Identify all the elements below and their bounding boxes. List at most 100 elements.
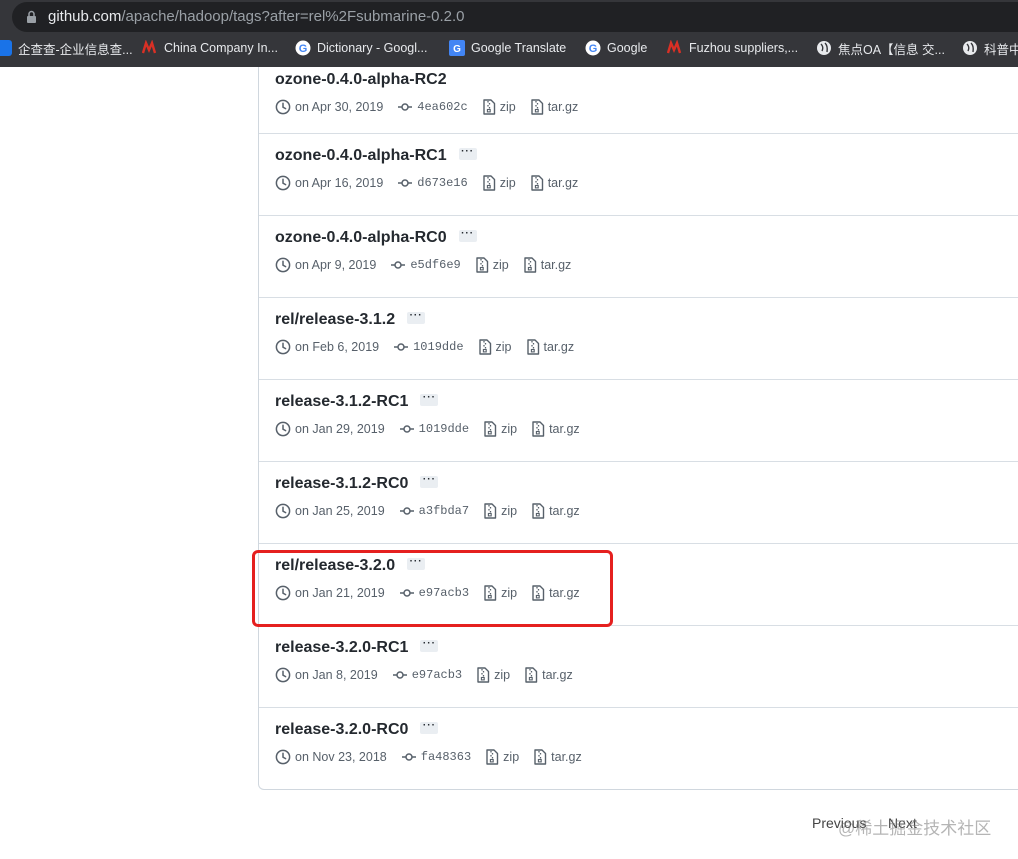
- commit-sha[interactable]: e5df6e9: [410, 258, 460, 272]
- more-options-button[interactable]: ···: [458, 146, 477, 160]
- more-options-button[interactable]: ···: [420, 720, 439, 734]
- tag-title[interactable]: release-3.2.0-RC1 ···: [275, 638, 439, 657]
- commit-sha[interactable]: 4ea602c: [417, 100, 467, 114]
- commit-link[interactable]: 4ea602c: [397, 99, 468, 115]
- file-zip-icon: [486, 749, 499, 765]
- tag-name[interactable]: ozone-0.4.0-alpha-RC0: [275, 229, 447, 246]
- bookmark-qichacha[interactable]: 企查查-企业信息查...: [0, 36, 133, 60]
- bookmark-jiaodian-oa[interactable]: 焦点OA【信息 交...: [816, 36, 945, 60]
- clock-icon: [275, 175, 291, 191]
- zip-download-link[interactable]: zip: [475, 257, 509, 273]
- zip-download-link[interactable]: zip: [476, 667, 510, 683]
- zip-label[interactable]: zip: [500, 176, 516, 190]
- tag-date: on Apr 16, 2019: [275, 175, 383, 191]
- commit-sha[interactable]: d673e16: [417, 176, 467, 190]
- zip-download-link[interactable]: zip: [482, 99, 516, 115]
- targz-download-link[interactable]: tar.gz: [526, 339, 575, 355]
- zip-label[interactable]: zip: [501, 422, 517, 436]
- targz-label[interactable]: tar.gz: [541, 258, 572, 272]
- commit-sha[interactable]: a3fbda7: [419, 504, 469, 518]
- tag-title[interactable]: release-3.2.0-RC0 ···: [275, 720, 439, 739]
- tag-name[interactable]: ozone-0.4.0-alpha-RC1: [275, 147, 447, 164]
- more-options-button[interactable]: ···: [420, 474, 439, 488]
- targz-download-link[interactable]: tar.gz: [531, 421, 580, 437]
- tag-date: on Apr 30, 2019: [275, 99, 383, 115]
- clock-icon: [275, 667, 291, 683]
- more-options-button[interactable]: ···: [420, 638, 439, 652]
- google-icon: G: [295, 40, 311, 56]
- tag-date: on Jan 8, 2019: [275, 667, 378, 683]
- targz-label[interactable]: tar.gz: [544, 340, 575, 354]
- targz-download-link[interactable]: tar.gz: [530, 99, 579, 115]
- commit-link[interactable]: 1019dde: [393, 339, 464, 355]
- file-zip-icon: [525, 667, 538, 683]
- tag-name[interactable]: rel/release-3.1.2: [275, 311, 395, 328]
- tag-title[interactable]: ozone-0.4.0-alpha-RC2: [275, 71, 447, 89]
- clock-icon: [275, 339, 291, 355]
- file-zip-icon: [484, 421, 497, 437]
- commit-sha[interactable]: fa48363: [421, 750, 471, 764]
- more-options-button[interactable]: ···: [407, 310, 426, 324]
- zip-download-link[interactable]: zip: [483, 421, 517, 437]
- zip-label[interactable]: zip: [500, 100, 516, 114]
- globe-icon: [963, 41, 977, 55]
- zip-download-link[interactable]: zip: [483, 503, 517, 519]
- zip-label[interactable]: zip: [501, 504, 517, 518]
- zip-download-link[interactable]: zip: [478, 339, 512, 355]
- tag-title[interactable]: rel/release-3.1.2 ···: [275, 310, 426, 329]
- more-options-button[interactable]: ···: [458, 228, 477, 242]
- commit-link[interactable]: e5df6e9: [390, 257, 461, 273]
- commit-link[interactable]: a3fbda7: [399, 503, 469, 519]
- targz-label[interactable]: tar.gz: [542, 668, 573, 682]
- address-bar[interactable]: github.com/apache/hadoop/tags?after=rel%…: [12, 2, 1018, 32]
- commit-sha[interactable]: e97acb3: [412, 668, 462, 682]
- file-zip-icon: [483, 99, 495, 115]
- tag-name[interactable]: release-3.1.2-RC1: [275, 393, 408, 410]
- more-options-button[interactable]: ···: [420, 392, 439, 406]
- bookmark-kepu[interactable]: 科普中: [962, 36, 1018, 60]
- bookmark-google-translate[interactable]: G Google Translate: [449, 36, 566, 60]
- tag-name[interactable]: release-3.2.0-RC0: [275, 721, 408, 738]
- clock-icon: [275, 257, 291, 273]
- commit-link[interactable]: 1019dde: [399, 421, 469, 437]
- commit-link[interactable]: e97acb3: [392, 667, 462, 683]
- url-path: /apache/hadoop/tags?after=rel%2Fsubmarin…: [121, 8, 465, 25]
- tag-row: release-3.2.0-RC1 ··· on Jan 8, 2019 e97acb…: [259, 625, 1018, 707]
- targz-download-link[interactable]: tar.gz: [530, 175, 579, 191]
- bookmark-china-company[interactable]: China Company In...: [142, 36, 278, 60]
- targz-label[interactable]: tar.gz: [548, 176, 579, 190]
- tag-date: on Apr 9, 2019: [275, 257, 376, 273]
- targz-label[interactable]: tar.gz: [549, 422, 580, 436]
- bookmark-dictionary[interactable]: G Dictionary - Googl...: [295, 36, 427, 60]
- svg-text:G: G: [299, 43, 308, 55]
- targz-download-link[interactable]: tar.gz: [524, 667, 573, 683]
- bookmark-fuzhou-suppliers[interactable]: Fuzhou suppliers,...: [667, 36, 798, 60]
- tag-name[interactable]: ozone-0.4.0-alpha-RC2: [275, 71, 447, 88]
- bookmark-google[interactable]: G Google: [585, 36, 647, 60]
- tag-title[interactable]: release-3.1.2-RC1 ···: [275, 392, 439, 411]
- file-zip-icon: [483, 175, 495, 191]
- zip-label[interactable]: zip: [494, 668, 510, 682]
- file-zip-icon: [530, 175, 543, 191]
- tag-title[interactable]: ozone-0.4.0-alpha-RC1 ···: [275, 146, 477, 165]
- targz-download-link[interactable]: tar.gz: [523, 257, 572, 273]
- zip-label[interactable]: zip: [496, 340, 512, 354]
- zip-label[interactable]: zip: [493, 258, 509, 272]
- zip-label[interactable]: zip: [503, 750, 519, 764]
- tag-title[interactable]: release-3.1.2-RC0 ···: [275, 474, 439, 493]
- file-zip-icon: [524, 257, 536, 273]
- targz-download-link[interactable]: tar.gz: [531, 503, 580, 519]
- commit-sha[interactable]: 1019dde: [419, 422, 469, 436]
- commit-link[interactable]: d673e16: [397, 175, 468, 191]
- zip-download-link[interactable]: zip: [482, 175, 516, 191]
- commit-sha[interactable]: 1019dde: [413, 340, 463, 354]
- targz-label[interactable]: tar.gz: [549, 504, 580, 518]
- targz-download-link[interactable]: tar.gz: [533, 749, 582, 765]
- tag-name[interactable]: release-3.2.0-RC1: [275, 639, 408, 656]
- zip-download-link[interactable]: zip: [485, 749, 519, 765]
- targz-label[interactable]: tar.gz: [548, 100, 579, 114]
- targz-label[interactable]: tar.gz: [551, 750, 582, 764]
- tag-name[interactable]: release-3.1.2-RC0: [275, 475, 408, 492]
- commit-link[interactable]: fa48363: [401, 749, 471, 765]
- tag-title[interactable]: ozone-0.4.0-alpha-RC0 ···: [275, 228, 477, 247]
